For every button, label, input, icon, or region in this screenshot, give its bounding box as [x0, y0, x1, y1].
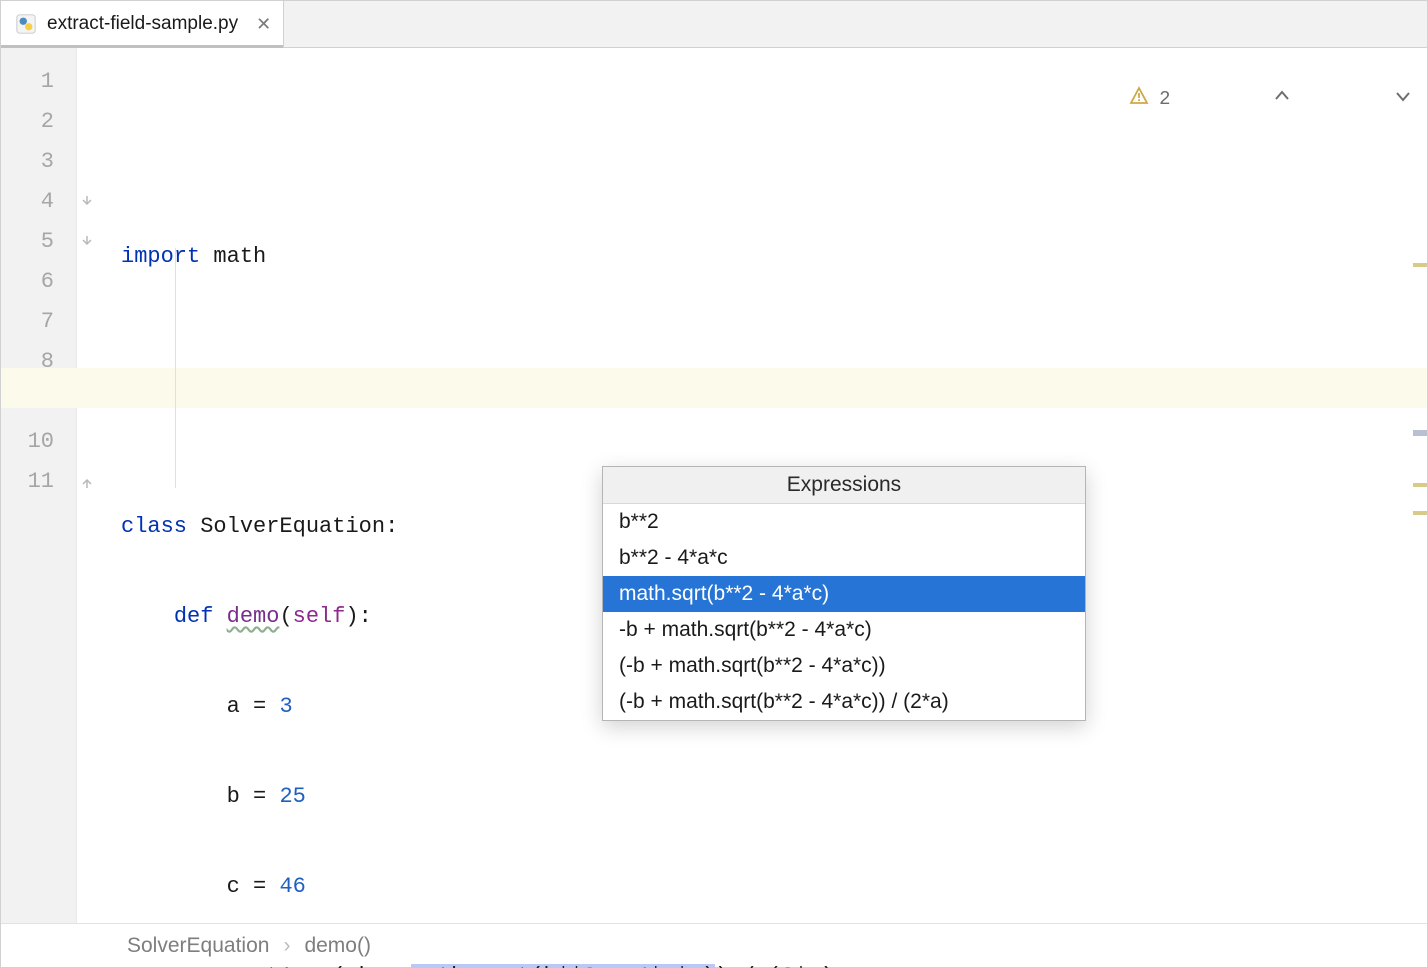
prev-highlight-icon[interactable]: [1181, 64, 1292, 134]
popup-title: Expressions: [603, 467, 1085, 504]
line-number[interactable]: 10: [1, 422, 76, 462]
fold-toggle-icon[interactable]: [77, 222, 97, 262]
line-number[interactable]: 2: [1, 102, 76, 142]
expression-option[interactable]: b**2 - 4*a*c: [603, 540, 1085, 576]
line-number[interactable]: 11: [1, 462, 76, 502]
code-line[interactable]: root1 = (-b + math.sqrt(b**2 - 4*a*c)) /…: [97, 957, 1427, 968]
warning-count: 2: [1159, 88, 1170, 110]
expression-option[interactable]: -b + math.sqrt(b**2 - 4*a*c): [603, 612, 1085, 648]
code-line[interactable]: import math: [97, 237, 1427, 277]
code-line[interactable]: [97, 327, 1427, 367]
tab-bar: extract-field-sample.py ✕: [1, 1, 1427, 48]
expression-option[interactable]: (-b + math.sqrt(b**2 - 4*a*c)) / (2*a): [603, 684, 1085, 720]
code-line[interactable]: c = 46: [97, 867, 1427, 907]
caret-stripe[interactable]: [1413, 430, 1427, 436]
fold-end-icon[interactable]: [77, 462, 97, 502]
fold-toggle-icon[interactable]: [77, 182, 97, 222]
line-number[interactable]: 1: [1, 62, 76, 102]
line-number[interactable]: 4: [1, 182, 76, 222]
code-line[interactable]: b = 25: [97, 777, 1427, 817]
expression-option[interactable]: b**2: [603, 504, 1085, 540]
warning-stripe[interactable]: [1413, 511, 1427, 515]
fold-column: [77, 48, 97, 923]
editor: 1 2 3 4 5 6 7 8 9 10 11 import mat: [1, 48, 1427, 923]
file-tab-label: extract-field-sample.py: [47, 13, 238, 35]
current-line-highlight: [1, 368, 1427, 408]
error-stripe-bar[interactable]: [1409, 48, 1427, 923]
close-tab-icon[interactable]: ✕: [256, 14, 271, 35]
warning-icon: [1038, 64, 1149, 134]
expression-option[interactable]: math.sqrt(b**2 - 4*a*c): [603, 576, 1085, 612]
code-line[interactable]: [97, 417, 1427, 457]
expressions-popup: Expressions b**2 b**2 - 4*a*c math.sqrt(…: [602, 466, 1086, 721]
file-tab[interactable]: extract-field-sample.py ✕: [1, 1, 284, 47]
next-highlight-icon[interactable]: [1302, 64, 1413, 134]
warning-stripe[interactable]: [1413, 263, 1427, 267]
line-number[interactable]: 5: [1, 222, 76, 262]
line-number[interactable]: 3: [1, 142, 76, 182]
line-number-gutter: 1 2 3 4 5 6 7 8 9 10 11: [1, 48, 77, 923]
inspection-summary[interactable]: 2: [1038, 64, 1413, 134]
warning-stripe[interactable]: [1413, 483, 1427, 487]
python-file-icon: [15, 13, 37, 35]
line-number[interactable]: 7: [1, 302, 76, 342]
line-number[interactable]: 6: [1, 262, 76, 302]
expression-option[interactable]: (-b + math.sqrt(b**2 - 4*a*c)): [603, 648, 1085, 684]
